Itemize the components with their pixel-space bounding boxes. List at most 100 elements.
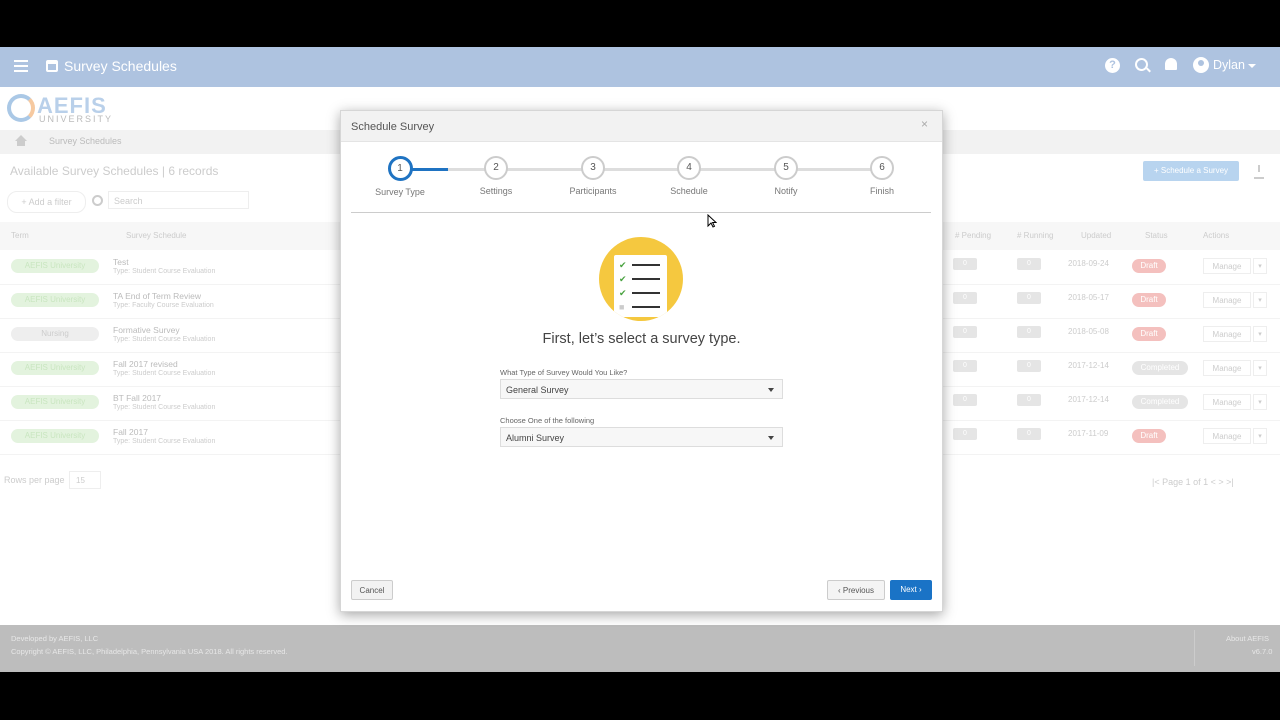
step-label: Participants: [569, 186, 617, 196]
download-icon[interactable]: [1254, 165, 1264, 179]
step-survey-type[interactable]: 1 Survey Type: [370, 156, 430, 197]
step-participants[interactable]: 3 Participants: [563, 156, 623, 196]
rows-per-page-label: Rows per page: [4, 475, 65, 485]
next-button[interactable]: Next ›: [890, 580, 932, 600]
manage-dropdown-icon[interactable]: ▾: [1253, 292, 1267, 308]
step-schedule[interactable]: 4 Schedule: [659, 156, 719, 196]
pending-count: 0: [953, 326, 977, 338]
schedule-name[interactable]: Fall 2017 revised: [113, 359, 178, 369]
step-number: 3: [581, 156, 605, 180]
term-chip: AEFIS University: [11, 259, 99, 273]
running-count: 0: [1017, 326, 1041, 338]
manage-dropdown-icon[interactable]: ▾: [1253, 394, 1267, 410]
updated-date: 2018-05-17: [1068, 293, 1109, 302]
manage-dropdown-icon[interactable]: ▾: [1253, 326, 1267, 342]
copyright: Copyright © AEFIS, LLC, Philadelphia, Pe…: [11, 647, 288, 656]
manage-button[interactable]: Manage: [1203, 394, 1251, 410]
list-title: Available Survey Schedules: [10, 164, 159, 178]
manage-dropdown-icon[interactable]: ▾: [1253, 360, 1267, 376]
user-menu[interactable]: Dylan: [1213, 58, 1245, 72]
running-count: 0: [1017, 394, 1041, 406]
previous-button[interactable]: ‹ Previous: [827, 580, 885, 600]
step-heading: First, let’s select a survey type.: [542, 331, 741, 347]
updated-date: 2017-12-14: [1068, 395, 1109, 404]
step-label: Survey Type: [375, 187, 425, 197]
status-badge: Completed: [1132, 395, 1188, 409]
manage-button[interactable]: Manage: [1203, 292, 1251, 308]
search-input[interactable]: Search: [108, 191, 249, 209]
schedule-type: Type: Student Course Evaluation: [113, 336, 216, 343]
about-link[interactable]: About AEFIS: [1226, 634, 1269, 643]
column-survey-schedule[interactable]: Survey Schedule: [126, 231, 186, 240]
pending-count: 0: [953, 292, 977, 304]
page-title: Survey Schedules: [64, 58, 177, 74]
top-bar: Survey Schedules ? Dylan: [0, 47, 1280, 87]
menu-icon[interactable]: [14, 60, 28, 74]
cancel-button[interactable]: Cancel: [351, 580, 393, 600]
column-running[interactable]: # Running: [1017, 231, 1053, 240]
schedule-survey-modal: Schedule Survey × 1 Survey Type 2 Settin…: [340, 110, 943, 612]
term-chip: AEFIS University: [11, 293, 99, 307]
step-finish[interactable]: 6 Finish: [852, 156, 912, 196]
checklist-row: ✔: [619, 261, 663, 270]
version: v6.7.0: [1252, 647, 1273, 656]
schedule-name[interactable]: TA End of Term Review: [113, 291, 201, 301]
breadcrumb-current[interactable]: Survey Schedules: [49, 136, 122, 146]
column-pending[interactable]: # Pending: [955, 231, 991, 240]
rows-per-page-select[interactable]: 15: [69, 471, 101, 489]
search-icon[interactable]: [1135, 58, 1148, 71]
chevron-down-icon[interactable]: [1248, 64, 1256, 68]
user-icon[interactable]: [1193, 57, 1209, 73]
step-label: Schedule: [670, 186, 708, 196]
bell-icon[interactable]: [1165, 58, 1177, 70]
running-count: 0: [1017, 360, 1041, 372]
step-notify[interactable]: 5 Notify: [756, 156, 816, 196]
column-term[interactable]: Term: [11, 231, 29, 240]
updated-date: 2018-05-08: [1068, 327, 1109, 336]
schedule-name[interactable]: Fall 2017: [113, 427, 148, 437]
step-number: 1: [387, 156, 413, 181]
pending-count: 0: [953, 258, 977, 270]
survey-subtype-select[interactable]: Alumni Survey: [500, 427, 783, 447]
status-badge: Draft: [1132, 327, 1166, 341]
step-label: Finish: [869, 186, 894, 196]
pending-count: 0: [953, 428, 977, 440]
manage-button[interactable]: Manage: [1203, 360, 1251, 376]
term-chip: AEFIS University: [11, 395, 99, 409]
add-filter-button[interactable]: + Add a filter: [7, 191, 86, 213]
manage-button[interactable]: Manage: [1203, 428, 1251, 444]
modal-title: Schedule Survey: [351, 121, 435, 133]
schedule-name[interactable]: Formative Survey: [113, 325, 180, 335]
schedule-name[interactable]: Test: [113, 257, 129, 267]
footer-divider: [1194, 630, 1195, 666]
pagination[interactable]: |< Page 1 of 1 < > >|: [1152, 477, 1234, 487]
manage-button[interactable]: Manage: [1203, 258, 1251, 274]
manage-button[interactable]: Manage: [1203, 326, 1251, 342]
step-settings[interactable]: 2 Settings: [466, 156, 526, 196]
term-chip: Nursing: [11, 327, 99, 341]
status-badge: Draft: [1132, 429, 1166, 443]
checklist-row: ■: [619, 303, 663, 312]
manage-dropdown-icon[interactable]: ▾: [1253, 258, 1267, 274]
step-number: 5: [774, 156, 798, 180]
manage-dropdown-icon[interactable]: ▾: [1253, 428, 1267, 444]
chevron-down-icon: [768, 388, 774, 392]
schedule-name[interactable]: BT Fall 2017: [113, 393, 161, 403]
schedule-survey-button[interactable]: + Schedule a Survey: [1143, 161, 1239, 181]
chevron-down-icon: [768, 436, 774, 440]
updated-date: 2018-09-24: [1068, 259, 1109, 268]
step-number: 4: [677, 156, 701, 180]
column-status[interactable]: Status: [1145, 231, 1168, 240]
survey-type-select[interactable]: General Survey: [500, 379, 783, 399]
schedule-type: Type: Faculty Course Evaluation: [113, 302, 214, 309]
step-label: Settings: [479, 186, 513, 196]
developed-by: Developed by AEFIS, LLC: [11, 634, 99, 643]
schedule-type: Type: Student Course Evaluation: [113, 404, 216, 411]
pending-count: 0: [953, 394, 977, 406]
running-count: 0: [1017, 292, 1041, 304]
help-icon[interactable]: ?: [1105, 58, 1120, 73]
mouse-cursor-icon: [707, 213, 718, 228]
close-icon[interactable]: ×: [921, 117, 928, 131]
column-updated[interactable]: Updated: [1081, 231, 1111, 240]
home-icon[interactable]: [15, 135, 27, 147]
